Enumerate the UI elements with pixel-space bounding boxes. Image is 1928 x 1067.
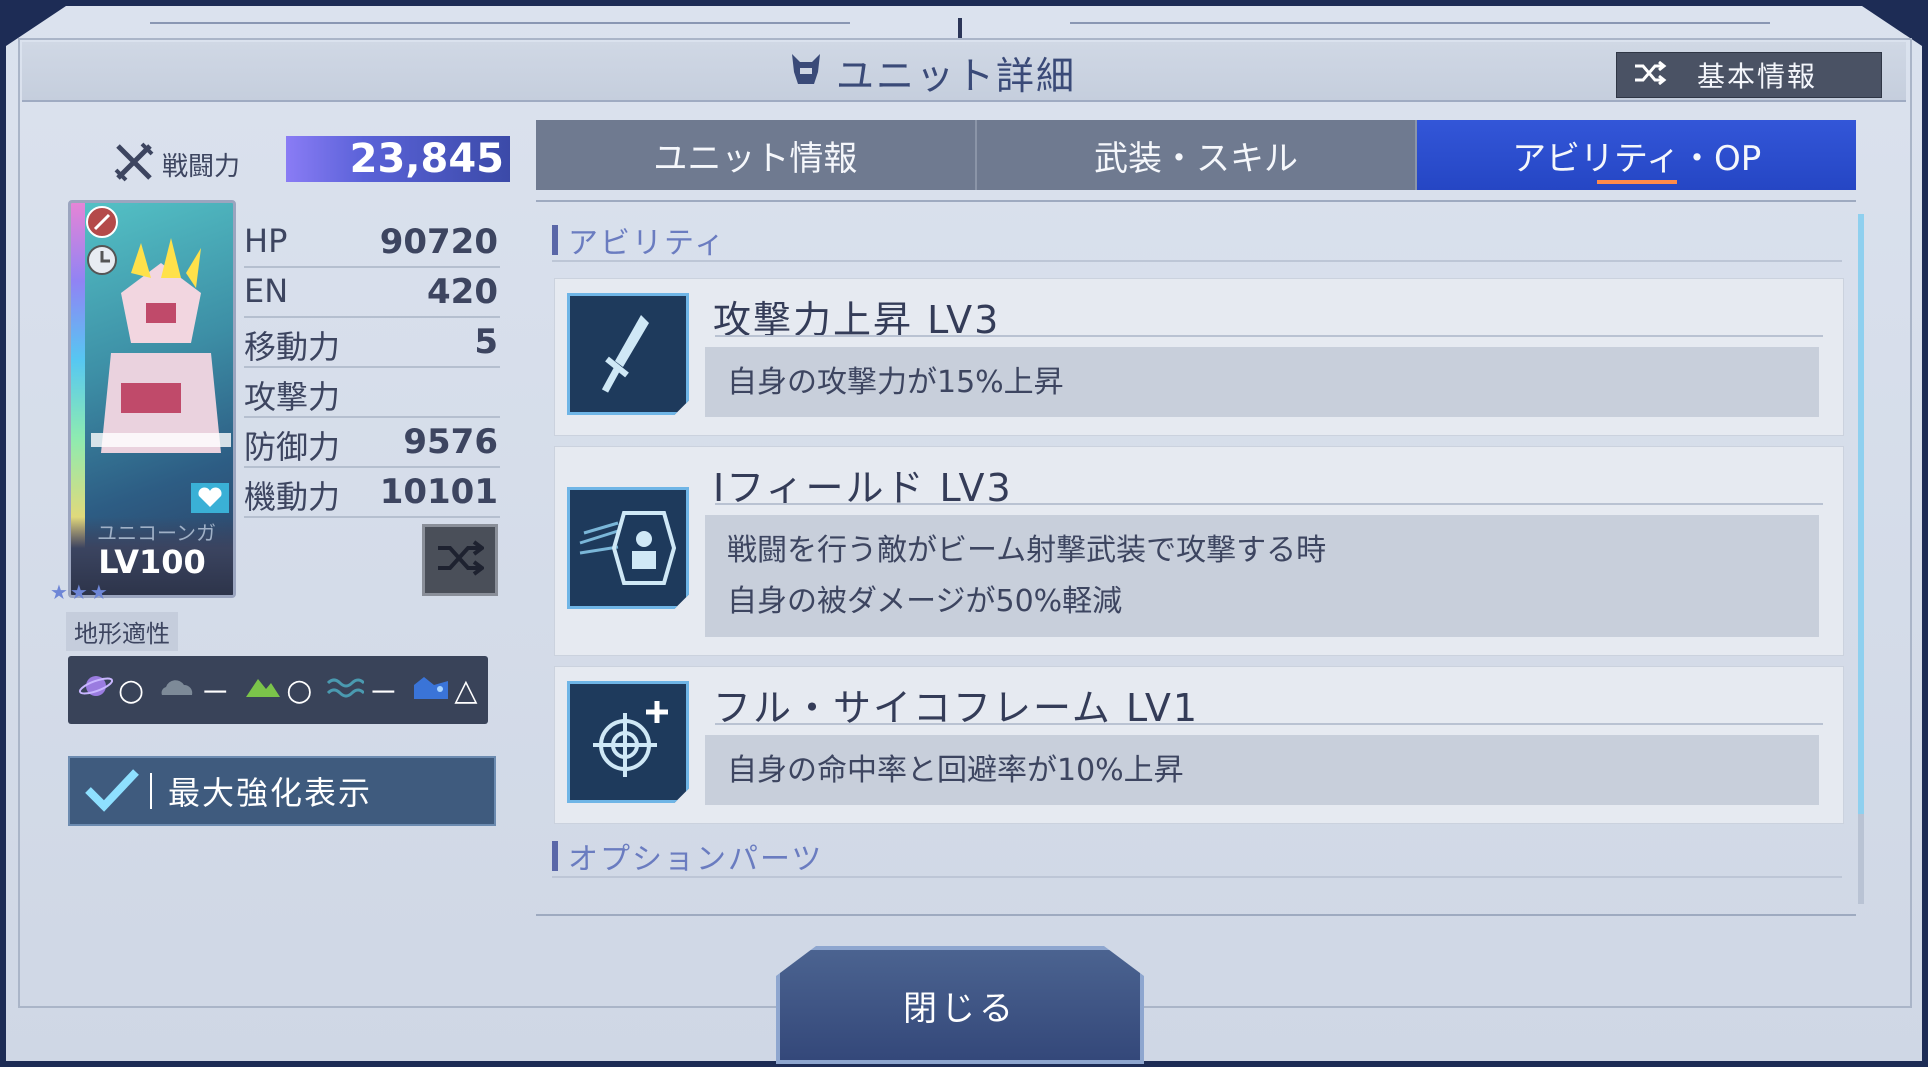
detail-tabs: ユニット情報 武装・スキル アビリティ・OP [536,120,1857,190]
stat-label: EN [244,272,289,310]
ability-name-underline [715,723,1823,725]
ability-item[interactable]: フル・サイコフレーム LV1 自身の命中率と回避率が10%上昇 [554,666,1844,824]
ability-section-title: アビリティ [568,226,727,261]
i-field-shield-icon [567,487,689,609]
terrain-aptitude: ○ － ○ － △ [68,656,488,724]
divider [150,773,152,809]
close-button[interactable]: 閉じる [776,946,1144,1064]
shuffle-icon [1633,60,1667,89]
stat-row-move: 移動力 5 [244,318,500,368]
underwater-icon [412,671,450,709]
ability-name-underline [715,335,1823,337]
stat-label: 攻撃力 [244,378,341,416]
water-wave-icon [326,671,366,709]
rarity-stars: ★★★ [50,580,110,604]
ability-item[interactable]: Iフィールド LV3 戦闘を行う敵がビーム射撃武装で攻撃する時 自身の被ダメージ… [554,446,1844,656]
ability-name-underline [715,503,1823,505]
tab-armament-skill[interactable]: 武装・スキル [974,120,1416,190]
section-marker [552,225,558,255]
stat-row-en: EN 420 [244,268,500,318]
stat-value: 5 [474,322,498,362]
stat-row-attack: 攻撃力 [244,368,500,418]
stat-label: 防御力 [244,428,341,466]
terrain-water: － [326,668,398,712]
crossed-swords-icon [112,140,156,188]
terrain-air: － [158,668,230,712]
stat-row-hp: HP 90720 [244,218,500,268]
terrain-grade: － [368,676,399,711]
max-strengthen-label: 最大強化表示 [168,774,373,812]
space-planet-icon [78,671,114,709]
mech-head-icon [786,50,826,94]
page-title: ユニット詳細 [836,53,1077,98]
stat-row-mobility: 機動力 10101 [244,468,500,518]
stat-value: 10101 [379,472,498,512]
terrain-underwater: △ [412,671,477,709]
shuffle-icon [436,540,486,580]
unit-card[interactable]: ユニコーンガ LV100 [68,200,236,598]
ability-desc-line: 自身の命中率と回避率が10%上昇 [727,753,1184,788]
sword-icon [567,293,689,415]
ability-desc-line: 自身の被ダメージが50%軽減 [727,584,1123,619]
terrain-grade: ○ [118,672,145,708]
terrain-space: ○ [78,671,144,709]
max-strengthen-toggle[interactable]: 最大強化表示 [68,756,496,826]
options-section-header: オプションパーツ [552,836,1842,878]
frame-notch [958,18,962,40]
stat-label: HP [244,222,288,260]
checkmark-icon [82,764,142,818]
tab-unit-info[interactable]: ユニット情報 [536,120,975,190]
power-label-group: 戦闘力 [112,140,240,188]
basic-info-label: 基本情報 [1697,60,1818,93]
close-label: 閉じる [903,988,1017,1029]
air-cloud-icon [158,671,196,709]
ability-section-header: アビリティ [552,220,1842,262]
stat-value: 90720 [379,222,498,262]
stat-label: 移動力 [244,328,341,366]
stat-value: 9576 [403,422,498,462]
scrollbar-thumb[interactable] [1858,214,1864,814]
ability-description: 自身の攻撃力が15%上昇 [705,347,1819,417]
stat-row-defense: 防御力 9576 [244,418,500,468]
section-marker [552,841,558,871]
frame-rail [1070,22,1770,24]
ability-desc-line: 自身の攻撃力が15%上昇 [727,365,1064,400]
page-title-group: ユニット詳細 [786,46,1076,98]
favorite-heart-icon[interactable] [191,483,229,517]
ability-description: 戦闘を行う敵がビーム射撃武装で攻撃する時 自身の被ダメージが50%軽減 [705,515,1819,637]
terrain-grade: ○ [286,672,313,708]
options-section-title: オプションパーツ [568,842,824,877]
power-value: 23,845 [349,136,504,182]
power-label: 戦闘力 [162,151,241,182]
stat-label: 機動力 [244,478,341,516]
power-bar: 23,845 [286,136,510,182]
swap-unit-button[interactable] [422,524,498,596]
ground-mountain-icon [244,671,282,709]
terrain-ground: ○ [244,671,312,709]
crosshair-plus-icon [567,681,689,803]
ability-item[interactable]: 攻撃力上昇 LV3 自身の攻撃力が15%上昇 [554,278,1844,436]
frame-rail [150,22,850,24]
ability-description: 自身の命中率と回避率が10%上昇 [705,735,1819,805]
tab-ability-op[interactable]: アビリティ・OP [1415,120,1857,190]
ability-desc-line: 戦闘を行う敵がビーム射撃武装で攻撃する時 [727,533,1327,568]
terrain-grade: △ [454,672,478,708]
card-level: LV100 [98,543,206,581]
attack-type-icon [85,205,119,243]
basic-info-button[interactable]: 基本情報 [1616,52,1882,98]
timer-icon [85,243,119,281]
stat-value: 420 [427,272,498,312]
card-unit-name: ユニコーンガ [97,521,216,545]
terrain-grade: － [200,676,231,711]
terrain-label: 地形適性 [66,612,178,651]
